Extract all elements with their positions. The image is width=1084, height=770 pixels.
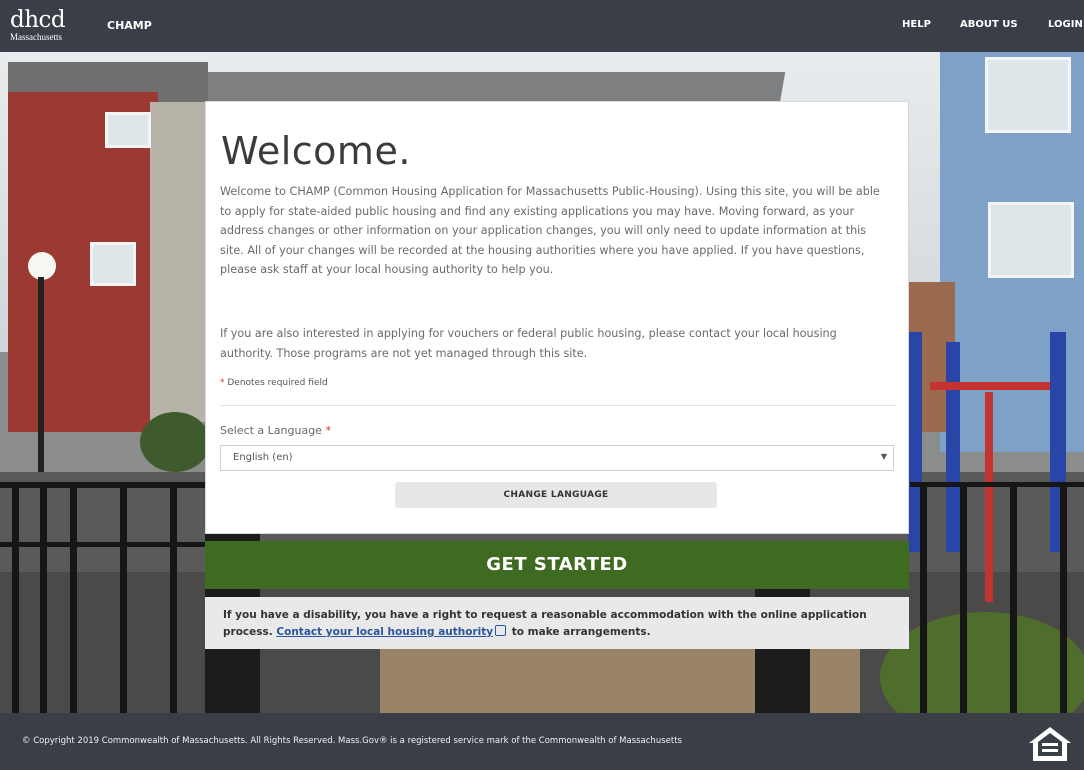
required-note-text: Denotes required field <box>227 378 328 388</box>
contact-housing-authority-link[interactable]: Contact your local housing authority <box>276 626 493 638</box>
footer: © Copyright 2019 Commonwealth of Massach… <box>0 713 1084 770</box>
lamp-post <box>38 277 44 487</box>
language-select-value: English (en) <box>233 452 293 463</box>
play-rail <box>930 382 1050 390</box>
accommodation-notice: If you have a disability, you have a rig… <box>205 597 909 649</box>
external-link-icon[interactable] <box>495 625 507 636</box>
nav-about-link[interactable]: ABOUT US <box>960 19 1018 30</box>
top-navbar: dhcd Massachusetts CHAMP HELP ABOUT US L… <box>0 0 1084 52</box>
shrub <box>140 412 210 472</box>
nav-login-link[interactable]: LOGIN <box>1048 19 1083 30</box>
dropdown-arrow-icon: ▼ <box>880 452 887 461</box>
welcome-title: Welcome. <box>221 129 411 173</box>
logo-main-text: dhcd <box>10 7 66 33</box>
required-star: * <box>325 424 331 437</box>
language-select[interactable]: English (en) ▼ <box>220 445 894 471</box>
intro-paragraph-federal: If you are also interested in applying f… <box>220 327 837 360</box>
window <box>988 202 1074 278</box>
notice-text: If you have a disability, you have a rig… <box>223 607 883 641</box>
change-language-button[interactable]: CHANGE LANGUAGE <box>395 482 717 508</box>
divider <box>220 405 896 406</box>
lamp-globe <box>28 252 56 280</box>
welcome-card: Welcome. Welcome to CHAMP (Common Housin… <box>205 101 909 534</box>
language-label: Select a Language * <box>220 424 331 437</box>
required-star: * <box>220 378 225 388</box>
dhcd-logo[interactable]: dhcd Massachusetts <box>10 7 66 43</box>
required-field-note: * Denotes required field <box>220 378 328 388</box>
window <box>105 112 151 148</box>
brand-champ-link[interactable]: CHAMP <box>107 19 152 32</box>
equal-housing-opportunity-icon <box>1029 727 1071 761</box>
logo-sub-text: Massachusetts <box>10 32 62 42</box>
window <box>985 57 1071 133</box>
nav-help-link[interactable]: HELP <box>902 19 931 30</box>
building-gray <box>150 102 210 422</box>
window <box>90 242 136 286</box>
copyright-text: © Copyright 2019 Commonwealth of Massach… <box>22 736 682 746</box>
get-started-button[interactable]: GET STARTED <box>205 541 909 589</box>
notice-text-part2: to make arrangements. <box>511 626 651 638</box>
language-label-text: Select a Language <box>220 424 322 437</box>
intro-paragraph: Welcome to CHAMP (Common Housing Applica… <box>220 185 880 276</box>
